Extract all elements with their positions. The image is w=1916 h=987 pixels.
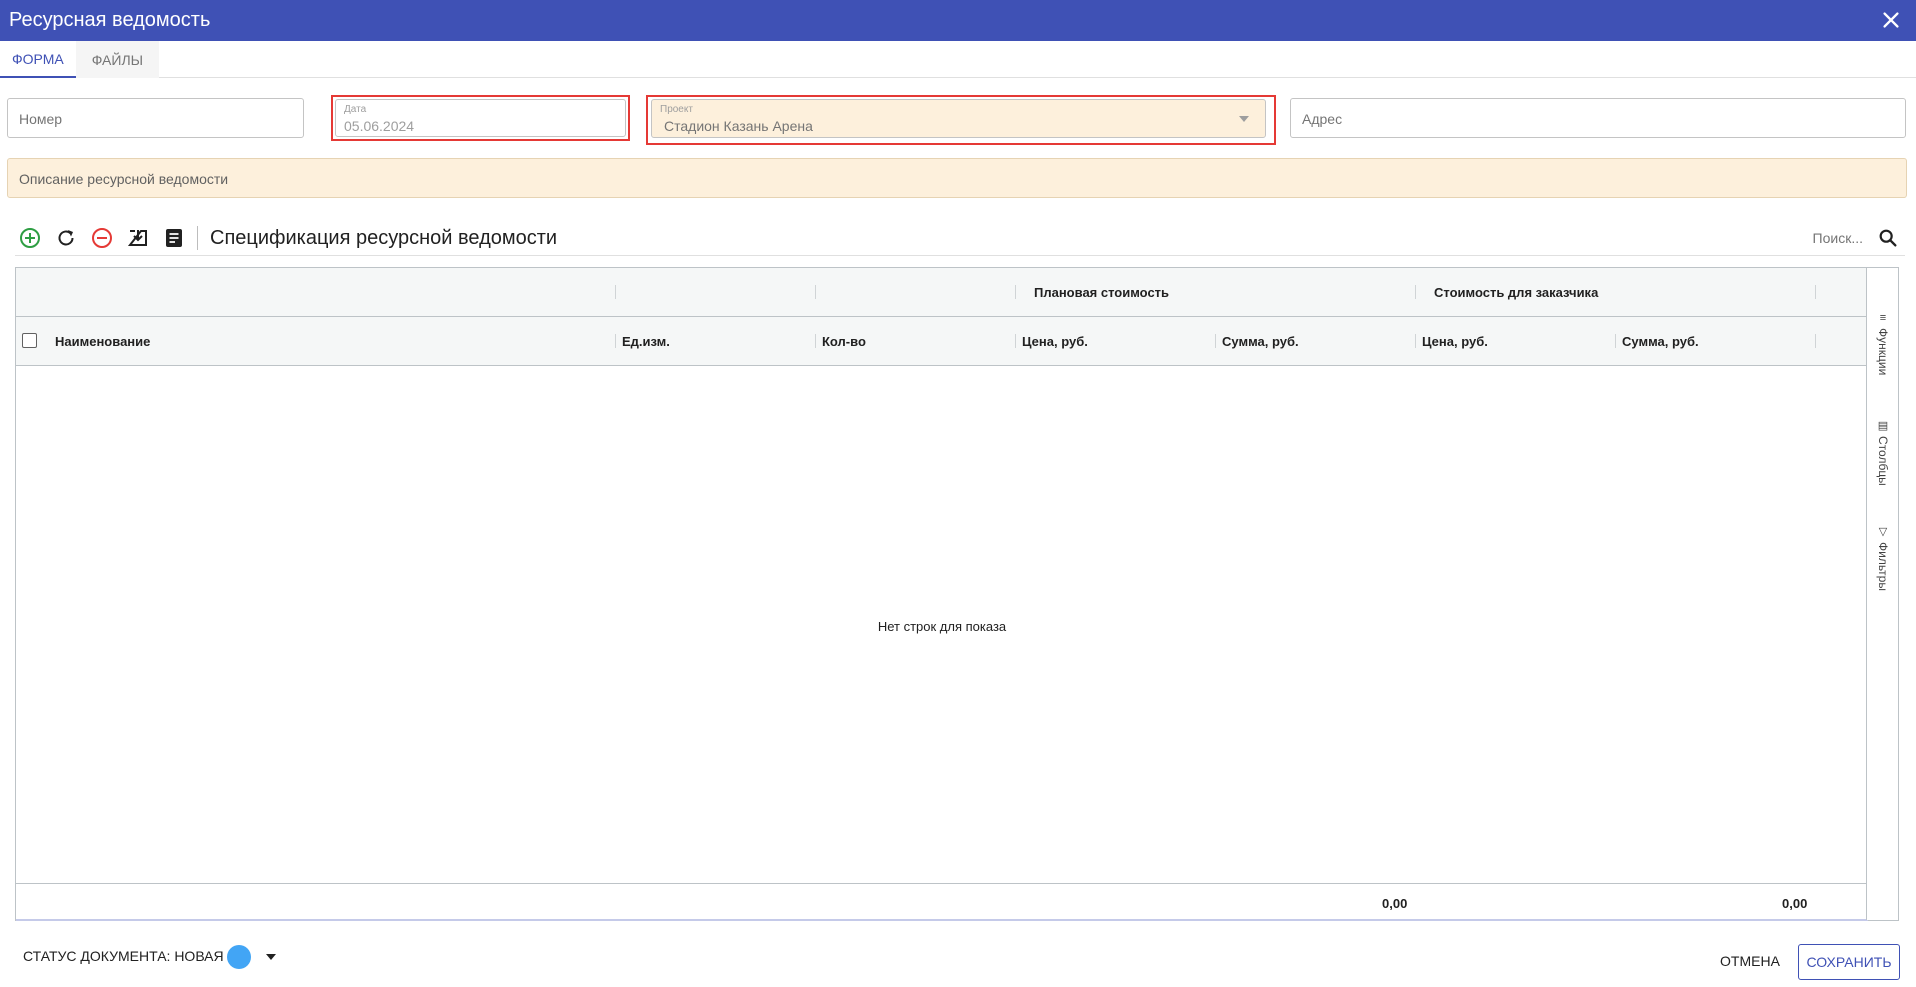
side-tab-columns-label: Столбцы	[1876, 436, 1890, 486]
tab-files[interactable]: Файлы	[75, 41, 160, 78]
dialog-title: Ресурсная ведомость	[9, 9, 211, 31]
dialog-titlebar: Ресурсная ведомость	[0, 0, 1916, 41]
header-separator	[815, 285, 816, 299]
column-header-customer-price[interactable]: Цена, руб.	[1416, 317, 1488, 365]
download-icon[interactable]	[126, 226, 150, 250]
description-placeholder: Описание ресурсной ведомости	[19, 171, 229, 187]
spec-toolbar: Спецификация ресурсной ведомости Поиск..…	[15, 220, 1905, 256]
side-tab-functions[interactable]: ≡ Функции	[1867, 312, 1899, 375]
save-button[interactable]: Сохранить	[1798, 944, 1900, 980]
column-header-customer-sum[interactable]: Сумма, руб.	[1616, 317, 1699, 365]
spec-title: Спецификация ресурсной ведомости	[210, 227, 558, 249]
toolbar-divider	[197, 226, 198, 250]
column-header-quantity[interactable]: Кол-во	[816, 317, 866, 365]
remove-circle-icon[interactable]	[90, 226, 114, 250]
grid-totals-row: 0,00 0,00	[16, 883, 1868, 921]
header-separator	[1415, 285, 1416, 299]
number-field[interactable]: Номер	[7, 98, 304, 138]
number-placeholder: Номер	[19, 111, 63, 127]
date-value: 05.06.2024	[344, 118, 415, 134]
search-input[interactable]: Поиск...	[1813, 230, 1863, 246]
side-tab-filters[interactable]: ▽ Фильтры	[1867, 526, 1899, 591]
customer-sum-total: 0,00	[1782, 896, 1808, 911]
project-label: Проект	[660, 104, 693, 115]
tab-form[interactable]: Форма	[0, 41, 76, 78]
tab-bar: Форма Файлы	[0, 41, 1916, 78]
status-indicator	[227, 945, 251, 969]
header-separator	[1815, 334, 1816, 348]
date-label: Дата	[344, 104, 367, 115]
header-separator	[1015, 285, 1016, 299]
column-header-plan-sum[interactable]: Сумма, руб.	[1216, 317, 1299, 365]
address-field[interactable]: Адрес	[1290, 98, 1906, 138]
header-separator	[615, 285, 616, 299]
group-header-plan: Плановая стоимость	[1034, 284, 1170, 300]
grid-column-header: Наименование Ед.изм. Кол-во Цена, руб. С…	[16, 317, 1868, 366]
header-separator	[1815, 285, 1816, 299]
select-all-checkbox[interactable]	[22, 333, 37, 348]
document-status: Статус документа: Новая	[23, 948, 224, 964]
date-field[interactable]: Дата 05.06.2024	[335, 99, 626, 137]
close-icon[interactable]	[1880, 9, 1902, 31]
side-tab-filters-label: Фильтры	[1876, 542, 1890, 591]
description-field[interactable]: Описание ресурсной ведомости	[7, 158, 1907, 198]
project-select[interactable]: Проект Стадион Казань Арена	[651, 99, 1266, 138]
columns-icon: ▤	[1877, 420, 1889, 432]
add-circle-icon[interactable]	[18, 226, 42, 250]
side-tab-functions-label: Функции	[1876, 328, 1890, 376]
side-tab-columns[interactable]: ▤ Столбцы	[1867, 420, 1899, 486]
cancel-button[interactable]: Отмена	[1712, 943, 1788, 979]
column-header-plan-price[interactable]: Цена, руб.	[1016, 317, 1088, 365]
grid-group-header: Плановая стоимость Стоимость для заказчи…	[16, 268, 1868, 317]
menu-icon: ≡	[1879, 312, 1887, 324]
column-header-name[interactable]: Наименование	[49, 317, 150, 365]
refresh-icon[interactable]	[54, 226, 78, 250]
empty-grid-message: Нет строк для показа	[877, 618, 1007, 634]
spec-grid: Плановая стоимость Стоимость для заказчи…	[15, 267, 1899, 921]
column-header-unit[interactable]: Ед.изм.	[616, 317, 670, 365]
grid-side-panel: ≡ Функции ▤ Столбцы ▽ Фильтры	[1866, 268, 1898, 920]
project-value: Стадион Казань Арена	[664, 118, 813, 134]
address-placeholder: Адрес	[1302, 111, 1343, 127]
plan-sum-total: 0,00	[1382, 896, 1408, 911]
group-header-customer: Стоимость для заказчика	[1434, 284, 1599, 300]
chevron-down-icon[interactable]	[1239, 115, 1249, 123]
search-icon[interactable]	[1877, 227, 1899, 249]
document-icon[interactable]	[162, 226, 186, 250]
chevron-down-icon[interactable]	[265, 952, 277, 962]
filter-icon: ▽	[1878, 526, 1888, 538]
